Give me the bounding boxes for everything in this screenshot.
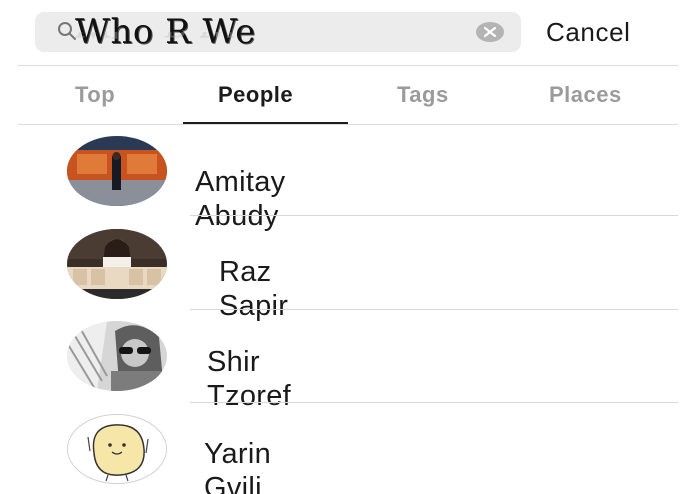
result-name[interactable]: Tzoref <box>207 379 291 414</box>
result-name[interactable]: Shir <box>207 345 260 380</box>
search-text-reflection: Who R We <box>75 32 252 46</box>
tabs-divider <box>18 124 678 125</box>
row-divider <box>190 215 678 216</box>
clear-icon[interactable] <box>475 21 505 43</box>
tab-tags[interactable]: Tags <box>397 80 449 110</box>
avatar[interactable] <box>67 229 167 299</box>
tab-top[interactable]: Top <box>75 80 115 110</box>
result-name[interactable]: Raz <box>219 255 271 290</box>
header-divider <box>18 65 678 66</box>
result-name[interactable]: Gvili <box>204 471 262 494</box>
tab-places[interactable]: Places <box>549 80 622 110</box>
tab-people[interactable]: People <box>218 80 293 110</box>
row-divider <box>190 309 678 310</box>
row-divider <box>190 402 678 403</box>
result-name[interactable]: Amitay <box>195 165 285 200</box>
cancel-button[interactable]: Cancel <box>546 16 631 48</box>
avatar[interactable] <box>67 321 167 391</box>
result-name[interactable]: Abudy <box>195 199 279 234</box>
result-name[interactable]: Yarin <box>204 437 271 472</box>
result-name[interactable]: Sapir <box>219 289 288 324</box>
avatar[interactable] <box>67 414 167 484</box>
avatar[interactable] <box>67 136 167 206</box>
